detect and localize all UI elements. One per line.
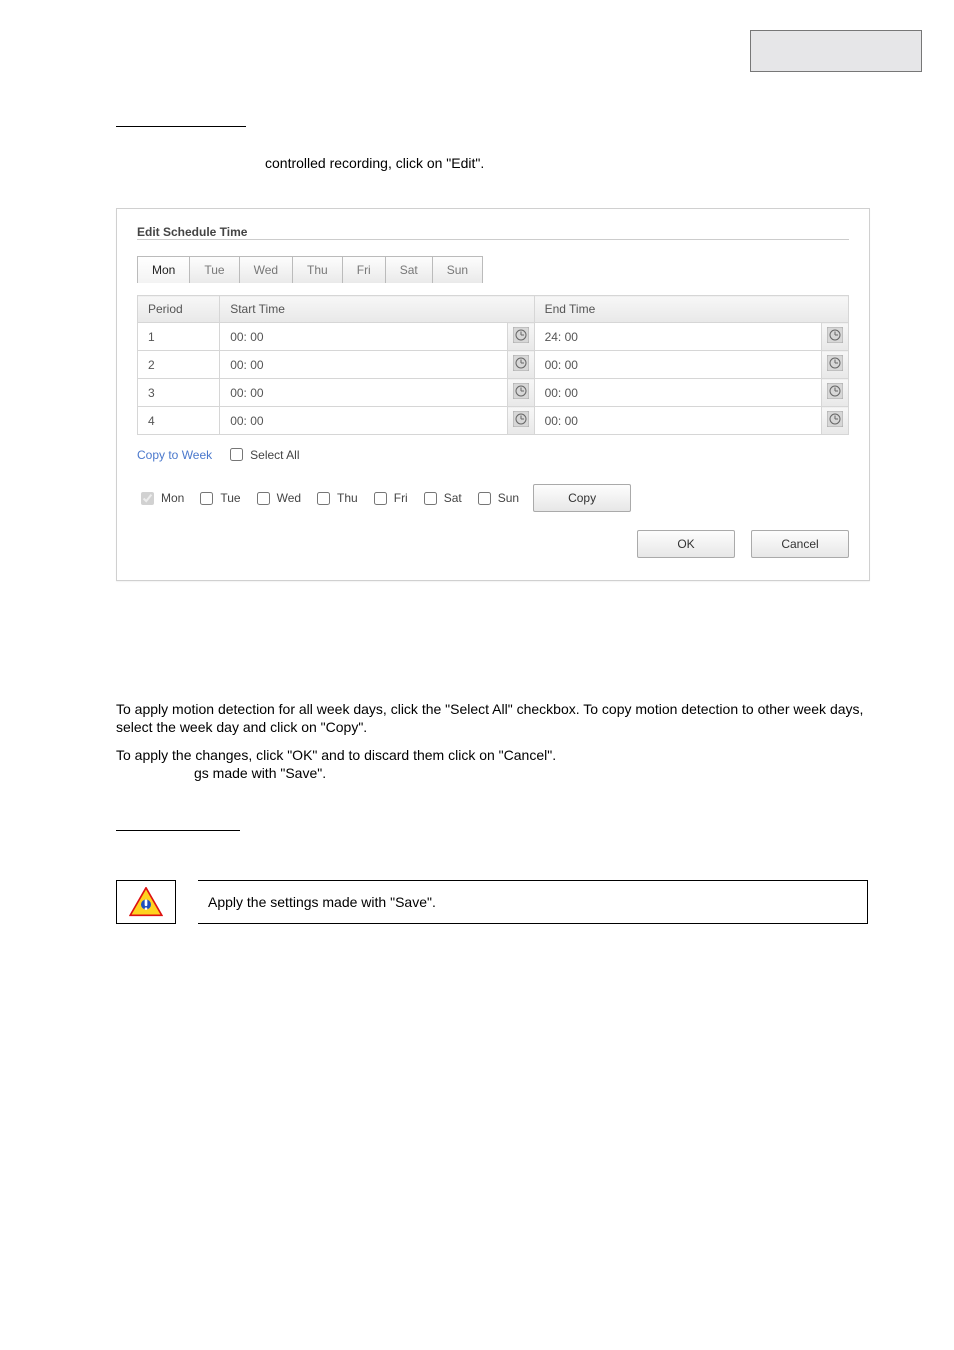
day-checkbox-input[interactable] xyxy=(317,492,330,505)
day-label: Thu xyxy=(337,491,358,505)
clock-icon[interactable] xyxy=(513,411,529,427)
day-tabs: Mon Tue Wed Thu Fri Sat Sun xyxy=(137,256,849,283)
day-checkbox-fri[interactable]: Fri xyxy=(370,489,408,508)
tab-mon[interactable]: Mon xyxy=(137,256,190,283)
clock-icon[interactable] xyxy=(513,355,529,371)
tab-tue[interactable]: Tue xyxy=(189,256,239,283)
start-time-cell[interactable]: 00: 00 xyxy=(220,351,508,379)
period-cell: 1 xyxy=(138,323,220,351)
tab-sun[interactable]: Sun xyxy=(432,256,483,283)
tab-wed[interactable]: Wed xyxy=(239,256,293,283)
end-time-picker[interactable] xyxy=(822,351,849,379)
day-label: Fri xyxy=(394,491,408,505)
select-all-checkbox[interactable]: Select All xyxy=(226,445,299,464)
cancel-button[interactable]: Cancel xyxy=(751,530,849,558)
day-checkbox-input[interactable] xyxy=(478,492,491,505)
start-time-cell[interactable]: 00: 00 xyxy=(220,379,508,407)
clock-icon[interactable] xyxy=(827,355,843,371)
ok-button[interactable]: OK xyxy=(637,530,735,558)
start-time-cell[interactable]: 00: 00 xyxy=(220,323,508,351)
day-label: Mon xyxy=(161,491,184,505)
tab-thu[interactable]: Thu xyxy=(292,256,343,283)
period-cell: 4 xyxy=(138,407,220,435)
warning-icon-cell xyxy=(116,880,176,924)
section-divider-top xyxy=(116,126,246,127)
tab-fri[interactable]: Fri xyxy=(342,256,386,283)
paragraph-copy: To apply motion detection for all week d… xyxy=(116,700,876,736)
copy-button[interactable]: Copy xyxy=(533,484,631,512)
col-period: Period xyxy=(138,296,220,323)
end-time-cell[interactable]: 24: 00 xyxy=(534,323,822,351)
clock-icon[interactable] xyxy=(827,327,843,343)
intro-text: controlled recording, click on "Edit". xyxy=(265,154,865,172)
paragraph-apply-line2: gs made with "Save". xyxy=(194,765,326,781)
end-time-cell[interactable]: 00: 00 xyxy=(534,407,822,435)
table-row: 200: 0000: 00 xyxy=(138,351,849,379)
warning-icon xyxy=(129,887,163,917)
note-text: Apply the settings made with "Save". xyxy=(198,880,868,924)
select-all-text: Select All xyxy=(250,448,299,462)
end-time-picker[interactable] xyxy=(822,379,849,407)
day-label: Sat xyxy=(444,491,462,505)
header-placeholder-box xyxy=(750,30,922,72)
end-time-cell[interactable]: 00: 00 xyxy=(534,379,822,407)
clock-icon[interactable] xyxy=(513,383,529,399)
start-time-picker[interactable] xyxy=(507,323,534,351)
period-cell: 2 xyxy=(138,351,220,379)
start-time-picker[interactable] xyxy=(507,351,534,379)
paragraph-apply-line1: To apply the changes, click "OK" and to … xyxy=(116,747,556,763)
copy-to-week-label: Copy to Week xyxy=(137,448,212,462)
day-checkbox-sun[interactable]: Sun xyxy=(474,489,519,508)
start-time-cell[interactable]: 00: 00 xyxy=(220,407,508,435)
day-label: Sun xyxy=(498,491,519,505)
table-row: 100: 00 24: 00 xyxy=(138,323,849,351)
clock-icon[interactable] xyxy=(513,327,529,343)
period-cell: 3 xyxy=(138,379,220,407)
start-time-picker[interactable] xyxy=(507,407,534,435)
col-end: End Time xyxy=(534,296,848,323)
day-checkbox-thu[interactable]: Thu xyxy=(313,489,358,508)
day-checkbox-input[interactable] xyxy=(374,492,387,505)
clock-icon[interactable] xyxy=(827,383,843,399)
table-row: 300: 0000: 00 xyxy=(138,379,849,407)
day-label: Wed xyxy=(277,491,301,505)
end-time-cell[interactable]: 00: 00 xyxy=(534,351,822,379)
end-time-picker[interactable] xyxy=(822,407,849,435)
edit-schedule-dialog: Edit Schedule Time Mon Tue Wed Thu Fri S… xyxy=(116,208,870,581)
day-label: Tue xyxy=(220,491,240,505)
day-checkbox-input[interactable] xyxy=(141,492,154,505)
dialog-title: Edit Schedule Time xyxy=(137,225,849,240)
schedule-table: Period Start Time End Time 100: 0024: 00… xyxy=(137,295,849,435)
paragraph-apply: To apply the changes, click "OK" and to … xyxy=(116,746,876,782)
day-checkbox-mon[interactable]: Mon xyxy=(137,489,184,508)
start-time-picker[interactable] xyxy=(507,379,534,407)
day-checkbox-wed[interactable]: Wed xyxy=(253,489,301,508)
day-checkbox-tue[interactable]: Tue xyxy=(196,489,240,508)
select-all-input[interactable] xyxy=(230,448,243,461)
end-time-picker[interactable] xyxy=(822,323,849,351)
tab-sat[interactable]: Sat xyxy=(385,256,433,283)
note-row: Apply the settings made with "Save". xyxy=(116,880,868,924)
section-divider-bottom xyxy=(116,830,240,831)
col-start: Start Time xyxy=(220,296,534,323)
day-checkbox-input[interactable] xyxy=(257,492,270,505)
table-row: 400: 0000: 00 xyxy=(138,407,849,435)
day-checkbox-input[interactable] xyxy=(200,492,213,505)
day-checkbox-sat[interactable]: Sat xyxy=(420,489,462,508)
clock-icon[interactable] xyxy=(827,411,843,427)
day-checkbox-input[interactable] xyxy=(424,492,437,505)
